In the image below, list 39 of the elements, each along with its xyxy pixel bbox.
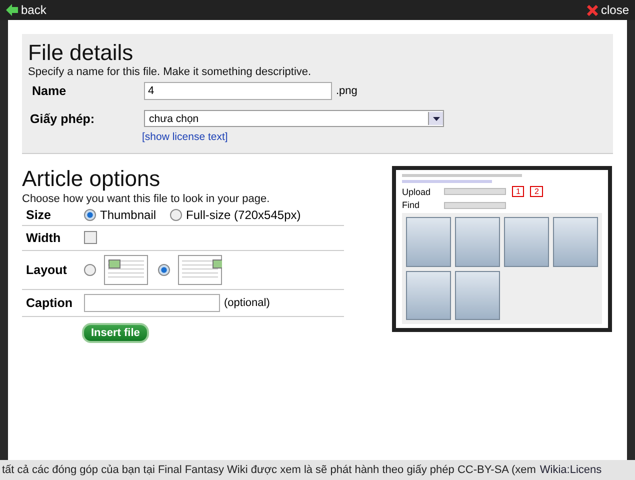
caret-icon bbox=[432, 116, 440, 121]
section-title: File details bbox=[28, 40, 134, 66]
insert-file-button[interactable]: Insert file bbox=[82, 322, 149, 343]
field-label: Layout bbox=[25, 262, 68, 277]
radio-button[interactable] bbox=[84, 264, 96, 276]
field-label: Width bbox=[25, 230, 62, 245]
field-drawing bbox=[444, 188, 506, 196]
section-title: Article options bbox=[22, 166, 162, 193]
layout-thumbnail-icon bbox=[104, 254, 148, 285]
radio-button[interactable] bbox=[84, 208, 96, 221]
option-label: Full-size (720x545px) bbox=[186, 208, 301, 222]
field-drawing bbox=[444, 202, 506, 209]
extension-text: .png bbox=[336, 85, 358, 98]
description-text: Specify a name for this file. Make it something descriptive. bbox=[28, 66, 312, 78]
preview-label: Upload bbox=[402, 186, 432, 197]
hint-text: (optional) bbox=[224, 296, 270, 309]
close-icon bbox=[586, 4, 598, 16]
field-label: Size bbox=[25, 208, 52, 222]
option-label: Thumbnail bbox=[100, 208, 156, 222]
license-page-link[interactable]: Wikia:Licens bbox=[540, 464, 602, 476]
radio-button[interactable] bbox=[158, 264, 170, 276]
preview-label: Find bbox=[402, 200, 421, 210]
background-text: tất cả các đóng góp của bạn tại Final Fantasy Wiki được xem là sẽ phát hành theo giấy phép CC-BY-SA (xem bbox=[2, 464, 536, 476]
license-dropdown[interactable]: chưa chọn bbox=[144, 110, 444, 128]
back-arrow-icon bbox=[6, 4, 18, 16]
layout-thumbnail-icon bbox=[178, 254, 222, 285]
license-link[interactable]: [show license text] bbox=[142, 131, 607, 144]
close-link[interactable]: close bbox=[586, 3, 629, 17]
description-text: Choose how you want this file to look in your page. bbox=[22, 192, 271, 205]
annotation-number: 1 bbox=[512, 186, 524, 198]
field-label: Giấy phép: bbox=[29, 112, 96, 126]
field-label: Name bbox=[31, 84, 68, 98]
caption-field[interactable] bbox=[84, 294, 220, 312]
radio-button[interactable] bbox=[170, 208, 182, 221]
name-field[interactable]: 4 bbox=[144, 82, 332, 100]
annotation-number: 2 bbox=[530, 186, 543, 198]
width-checkbox[interactable] bbox=[84, 231, 97, 244]
field-label: Caption bbox=[25, 296, 74, 310]
back-link[interactable]: back bbox=[6, 3, 46, 17]
